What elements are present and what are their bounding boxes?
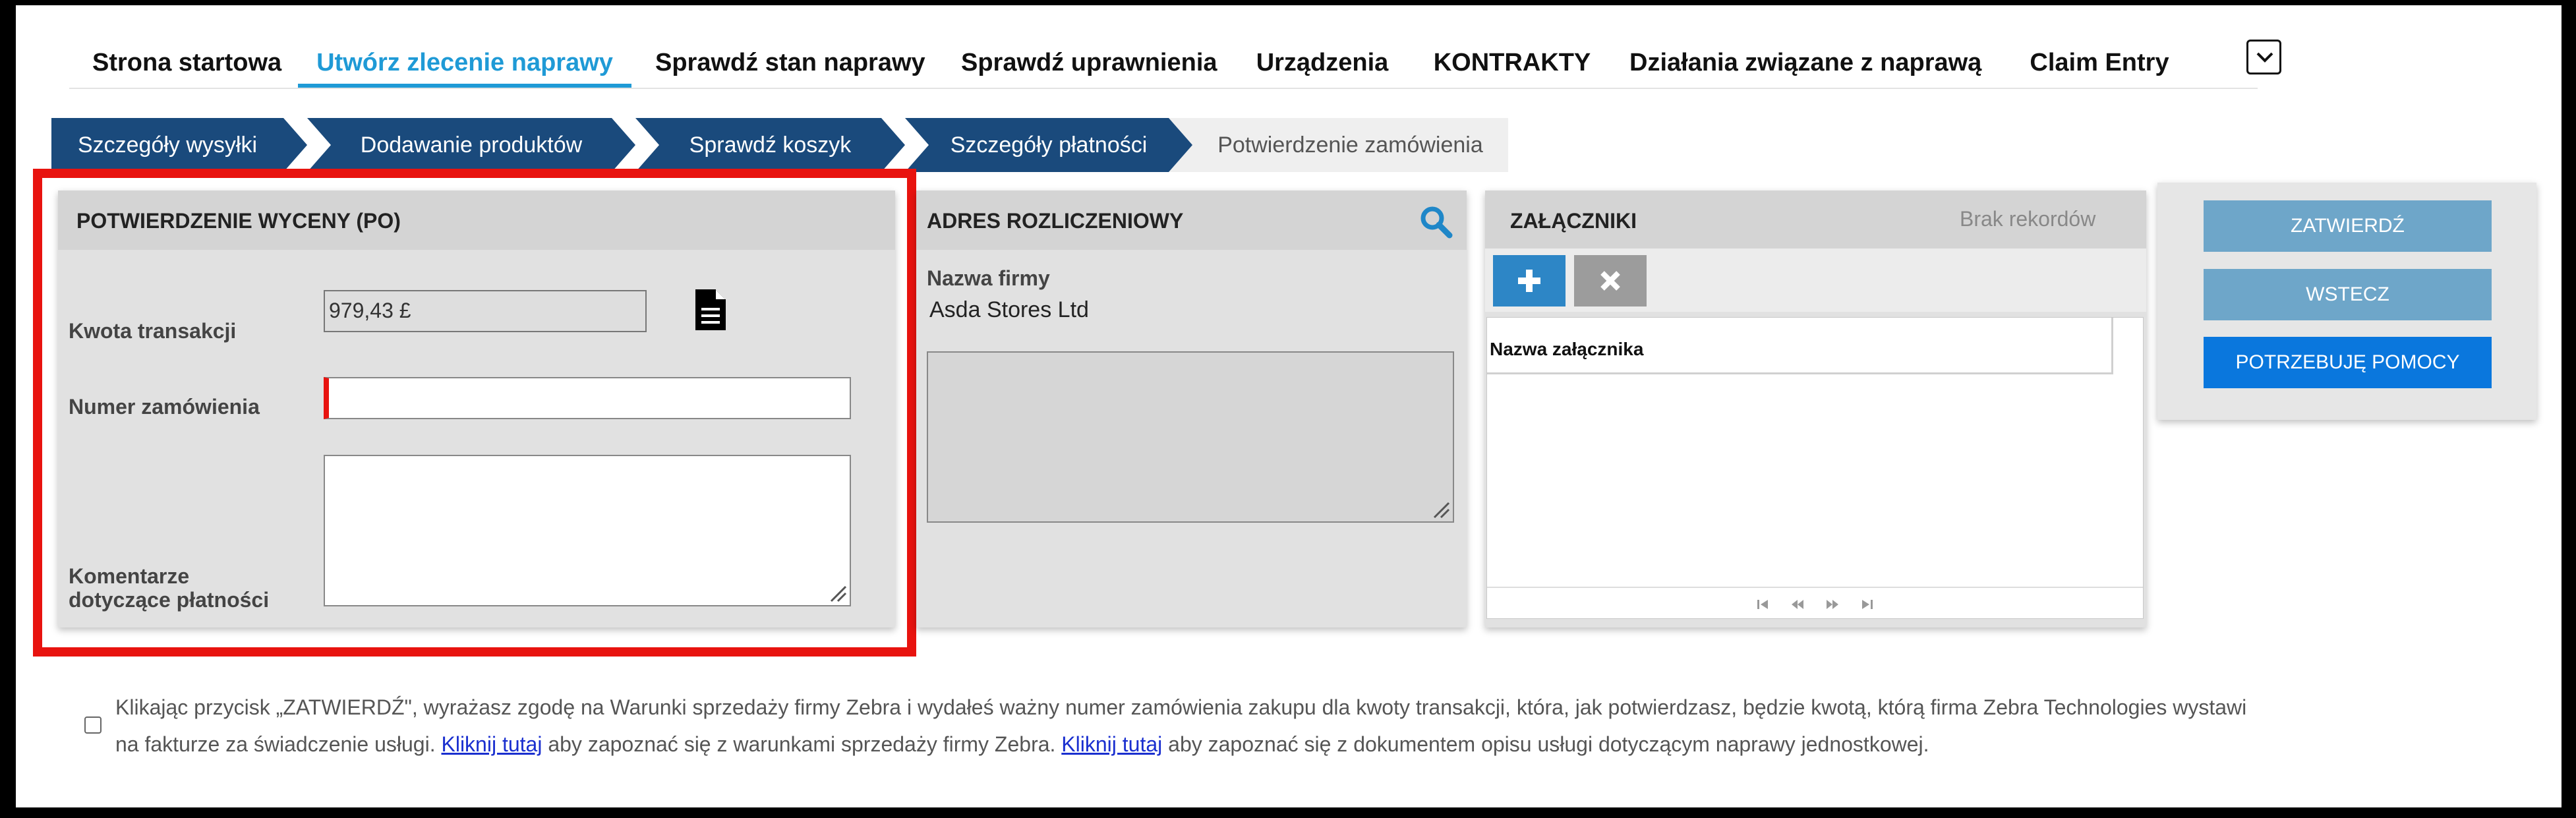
no-records-text: Brak rekordów — [1960, 207, 2096, 231]
first-page-icon[interactable] — [1756, 599, 1771, 610]
step-arrow — [881, 118, 905, 172]
nav-item-check-repair-status[interactable]: Sprawdź stan naprawy — [655, 35, 925, 88]
top-nav: Strona startowa Utwórz zlecenie naprawy … — [69, 35, 2281, 89]
nav-item-check-entitlements[interactable]: Sprawdź uprawnienia — [961, 35, 1217, 88]
step-shipping-details: Szczegóły wysyłki — [51, 118, 283, 172]
next-page-icon[interactable] — [1825, 599, 1840, 610]
delete-attachment-button[interactable] — [1574, 255, 1647, 307]
attachments-panel: ZAŁĄCZNIKI Brak rekordów Nazwa załącznik… — [1485, 190, 2146, 628]
plus-icon — [1518, 270, 1540, 292]
billing-panel-title: ADRES ROZLICZENIOWY — [927, 209, 1184, 233]
previous-page-icon[interactable] — [1790, 599, 1805, 610]
terms-checkbox[interactable] — [84, 716, 102, 734]
step-payment-details: Szczegóły płatności — [905, 118, 1169, 172]
attachments-panel-title: ZAŁĄCZNIKI — [1510, 209, 1637, 233]
confirm-button[interactable]: ZATWIERDŹ — [2204, 200, 2492, 252]
nav-item-create-repair-order[interactable]: Utwórz zlecenie naprawy — [298, 35, 631, 88]
terms-text: Klikając przycisk „ZATWIERDŹ", wyrażasz … — [115, 689, 2258, 763]
billing-address-panel: ADRES ROZLICZENIOWY Nazwa firmy Asda Sto… — [916, 190, 1467, 628]
step-add-products: Dodawanie produktów — [307, 118, 612, 172]
grid-header: Nazwa załącznika — [1487, 318, 2113, 374]
add-attachment-button[interactable] — [1493, 255, 1566, 307]
step-arrow — [1169, 118, 1192, 172]
resize-grip-icon[interactable] — [1432, 500, 1450, 519]
highlight-box — [33, 169, 916, 657]
nav-item-devices[interactable]: Urządzenia — [1250, 35, 1395, 88]
search-icon[interactable] — [1419, 205, 1453, 239]
nav-item-repair-actions[interactable]: Działania związane z naprawą — [1629, 35, 1981, 88]
back-button[interactable]: WSTECZ — [2204, 269, 2492, 320]
company-name-value: Asda Stores Ltd — [929, 297, 1089, 322]
attachment-name-column-header[interactable]: Nazwa załącznika — [1490, 339, 1643, 360]
step-separator — [905, 118, 929, 172]
step-arrow — [612, 118, 635, 172]
attachments-grid: Nazwa załącznika — [1486, 317, 2144, 619]
attachments-toolbar — [1485, 248, 2146, 312]
step-separator — [307, 118, 331, 172]
last-page-icon[interactable] — [1859, 599, 1874, 610]
attachments-panel-header: ZAŁĄCZNIKI Brak rekordów — [1485, 190, 2146, 248]
step-arrow — [283, 118, 307, 172]
chevron-down-icon — [2256, 52, 2273, 63]
billing-panel-header: ADRES ROZLICZENIOWY — [916, 190, 1467, 250]
terms-text-part3: aby zapoznać się z dokumentem opisu usłu… — [1168, 732, 1929, 756]
nav-item-claim-entry[interactable]: Claim Entry — [2001, 35, 2198, 88]
service-description-link[interactable]: Kliknij tutaj — [1061, 732, 1162, 756]
terms-of-sale-link[interactable]: Kliknij tutaj — [441, 732, 542, 756]
grid-pager — [1487, 587, 2143, 620]
nav-item-contracts[interactable]: KONTRAKTY — [1430, 35, 1595, 88]
terms-text-part2: aby zapoznać się z warunkami sprzedaży f… — [548, 732, 1056, 756]
step-separator — [635, 118, 659, 172]
billing-address-textarea[interactable] — [927, 351, 1454, 523]
need-help-button[interactable]: POTRZEBUJĘ POMOCY — [2204, 337, 2492, 388]
actions-panel: ZATWIERDŹ WSTECZ POTRZEBUJĘ POMOCY — [2157, 183, 2536, 420]
step-order-confirmation: Potwierdzenie zamówienia — [1169, 118, 1508, 172]
nav-item-home[interactable]: Strona startowa — [92, 35, 281, 88]
close-icon — [1600, 271, 1620, 291]
company-name-label: Nazwa firmy — [927, 266, 1050, 290]
nav-more-dropdown[interactable] — [2246, 40, 2281, 74]
step-check-cart: Sprawdź koszyk — [635, 118, 881, 172]
